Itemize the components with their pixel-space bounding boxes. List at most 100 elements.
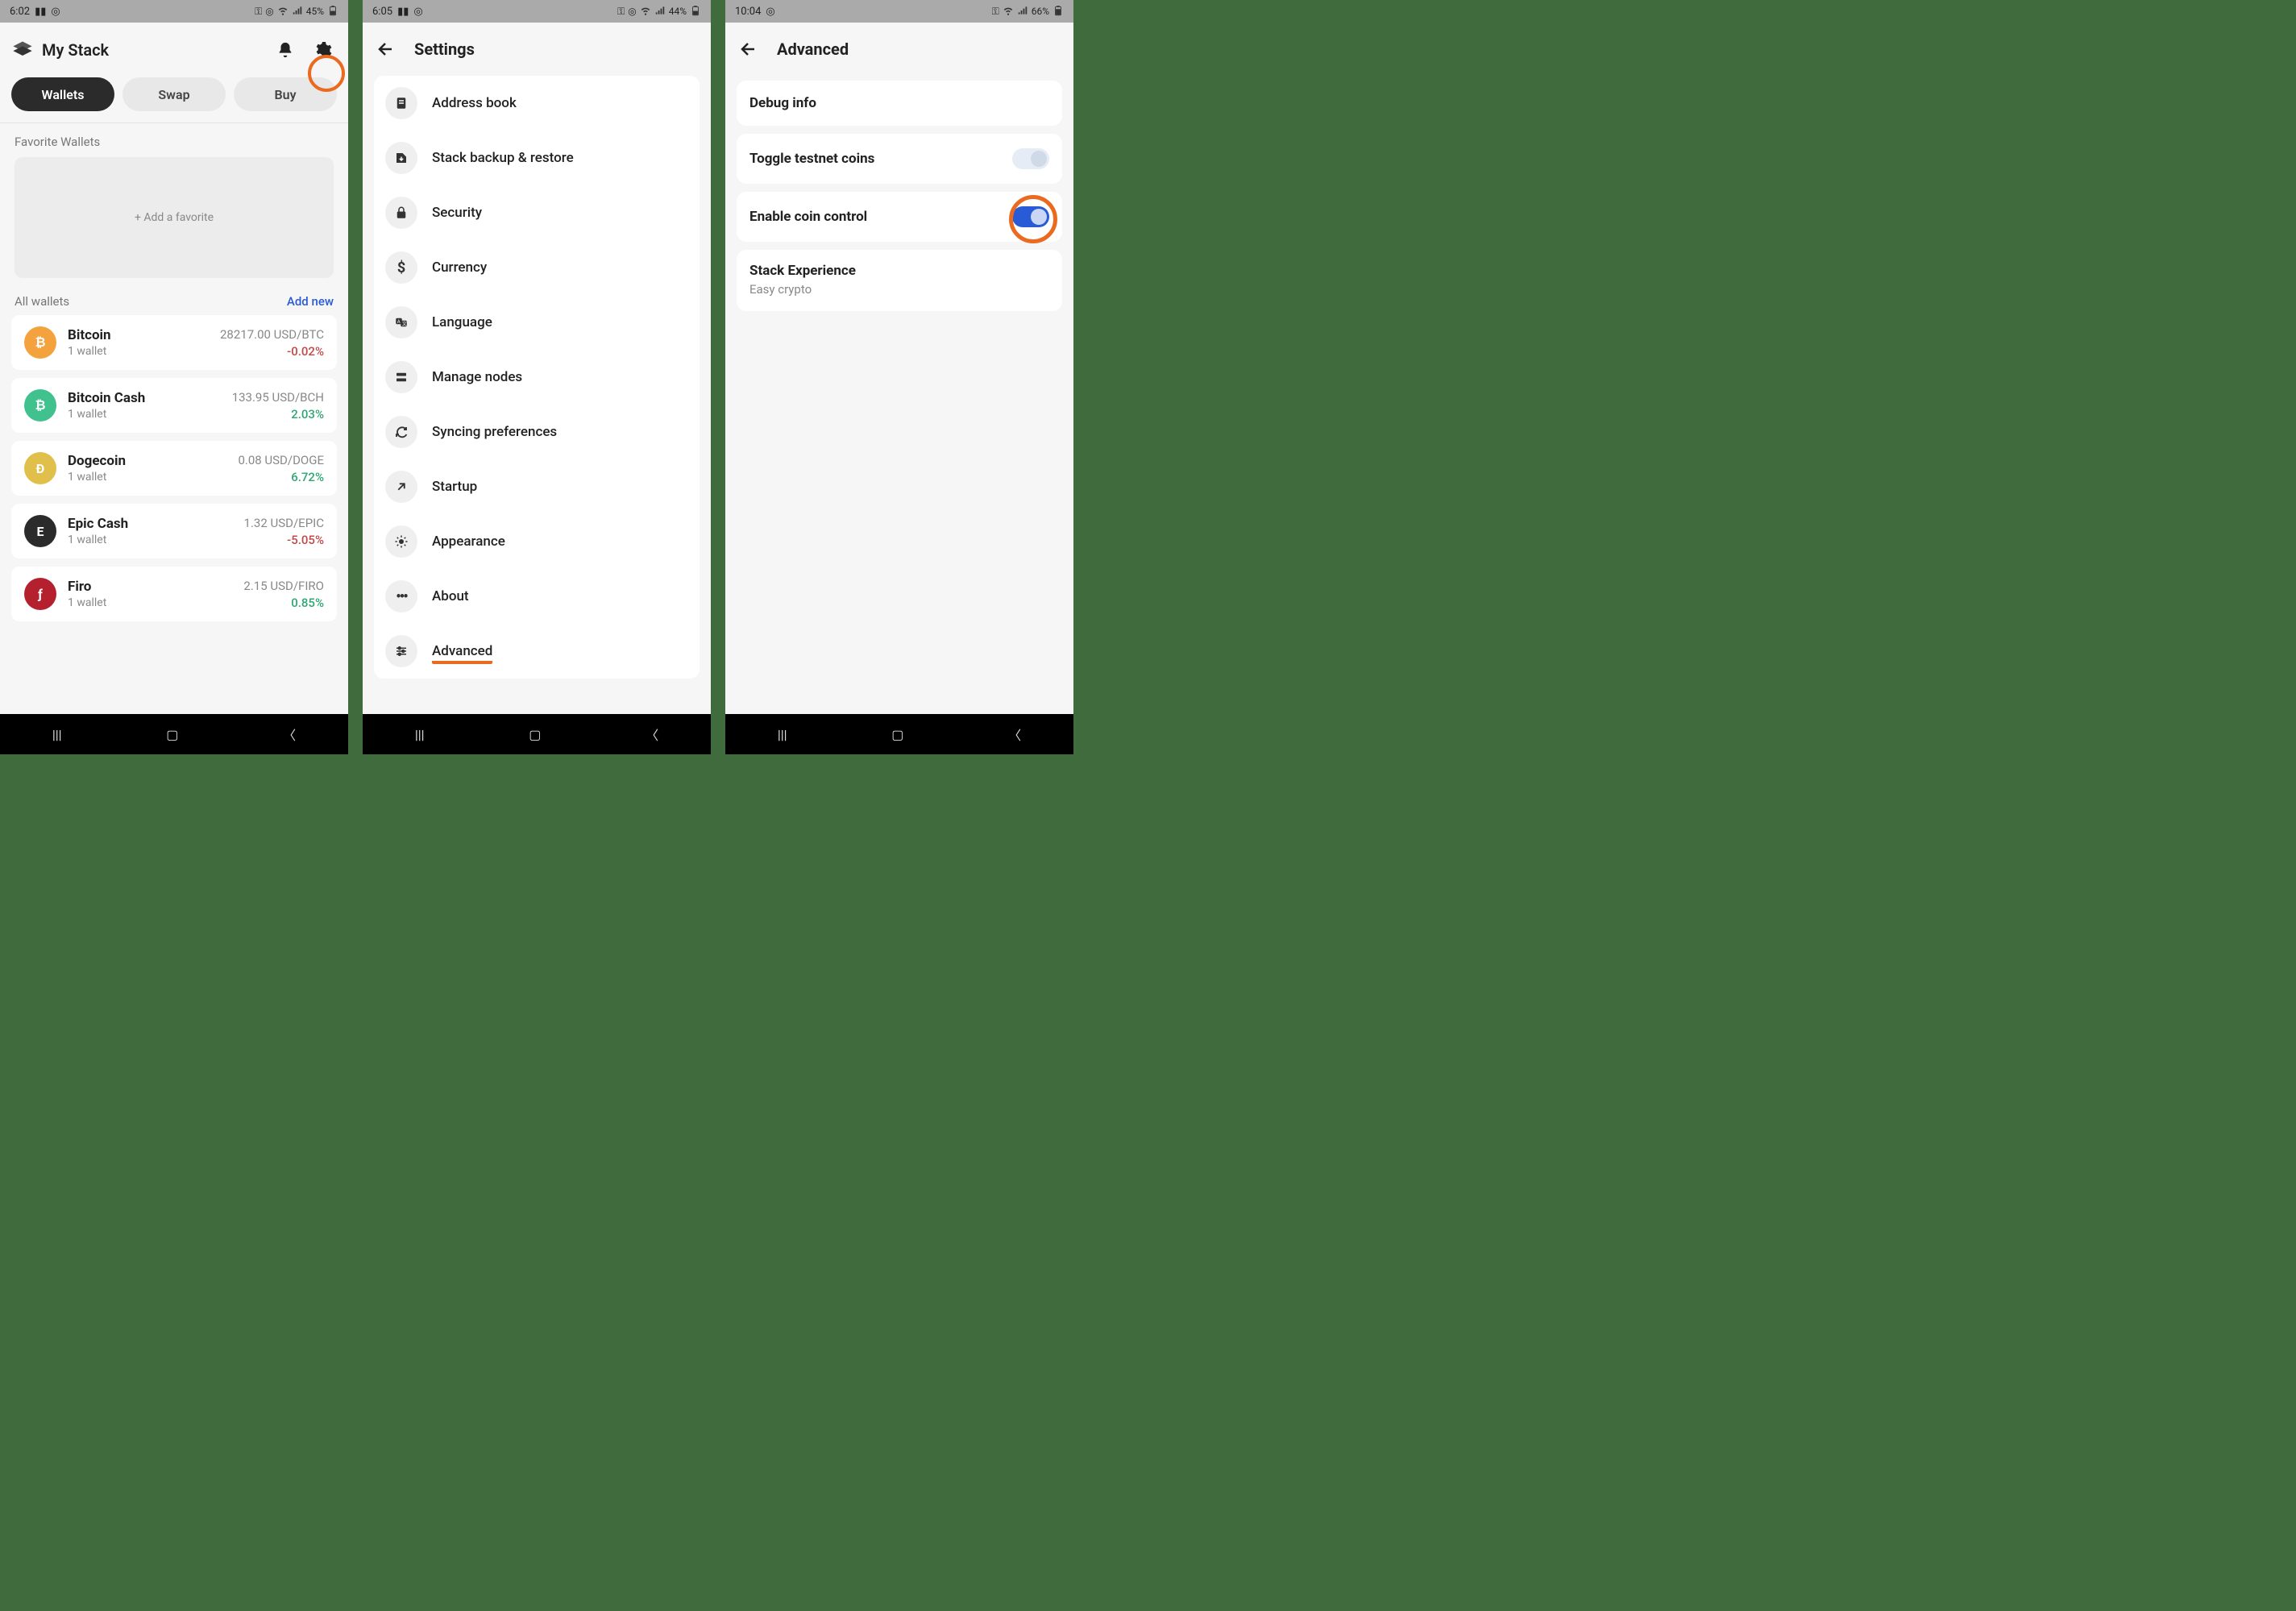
tab-buy[interactable]: Buy	[234, 77, 337, 111]
nav-back-icon[interactable]: 〈	[646, 725, 658, 744]
wallet-price: 133.95 USD/BCH	[232, 390, 324, 405]
wallet-count: 1 wallet	[68, 408, 232, 421]
wallet-name: Dogecoin	[68, 453, 238, 469]
nav-recent-icon[interactable]: |||	[778, 727, 787, 742]
back-button[interactable]	[737, 37, 761, 61]
app-title: My Stack	[42, 40, 271, 60]
settings-item-language[interactable]: A文 Language	[374, 295, 700, 350]
status-battery-label: 66%	[1032, 6, 1049, 17]
nav-home-icon[interactable]: ▢	[166, 727, 178, 742]
settings-item-currency[interactable]: $ Currency	[374, 240, 700, 295]
status-signal-icon	[1017, 5, 1028, 19]
nav-recent-icon[interactable]: |||	[52, 727, 62, 742]
tab-swap[interactable]: Swap	[122, 77, 226, 111]
toggle-testnet-switch[interactable]	[1012, 148, 1049, 169]
add-favorite-button[interactable]: + Add a favorite	[15, 157, 334, 278]
wallet-change: -5.05%	[244, 533, 324, 547]
status-bar: 6:05 ▮▮ ◎ ⚿ ◎ 44%	[363, 0, 711, 23]
nav-home-icon[interactable]: ▢	[529, 727, 541, 742]
settings-item-label: Syncing preferences	[432, 424, 557, 440]
debug-info-row[interactable]: Debug info	[737, 81, 1062, 126]
dollar-icon: $	[385, 251, 417, 284]
lock-icon	[385, 197, 417, 229]
status-battery-icon	[690, 5, 701, 19]
settings-item-startup[interactable]: Startup	[374, 459, 700, 514]
status-time: 6:05	[372, 6, 392, 18]
settings-item-stack-backup-restore[interactable]: Stack backup & restore	[374, 131, 700, 185]
settings-item-label: About	[432, 588, 469, 604]
settings-item-advanced[interactable]: Advanced	[374, 624, 700, 679]
enable-coin-control-switch[interactable]	[1012, 206, 1049, 227]
wallet-row[interactable]: ƒ Firo 1 wallet 2.15 USD/FIRO 0.85%	[11, 567, 337, 621]
android-navbar: ||| ▢ 〈	[0, 714, 348, 754]
nav-back-icon[interactable]: 〈	[283, 725, 296, 744]
coin-icon: ₿	[24, 326, 56, 359]
stack-experience-row[interactable]: Stack Experience Easy crypto	[737, 250, 1062, 311]
screen-settings: 6:05 ▮▮ ◎ ⚿ ◎ 44% Settings Address book …	[363, 0, 711, 754]
svg-text:A: A	[397, 319, 401, 325]
settings-button[interactable]	[308, 35, 337, 64]
coin-icon: E	[24, 515, 56, 547]
status-vpn-icon: ⚿	[255, 6, 262, 18]
wallet-row[interactable]: ₿ Bitcoin Cash 1 wallet 133.95 USD/BCH 2…	[11, 378, 337, 433]
all-wallets-label: All wallets	[15, 294, 69, 309]
status-hotspot-icon: ◎	[628, 6, 636, 17]
settings-item-security[interactable]: Security	[374, 185, 700, 240]
nav-home-icon[interactable]: ▢	[891, 727, 903, 742]
wallet-name: Epic Cash	[68, 516, 244, 532]
settings-item-about[interactable]: ••• About	[374, 569, 700, 624]
toggle-testnet-label: Toggle testnet coins	[749, 151, 874, 167]
settings-item-syncing-preferences[interactable]: Syncing preferences	[374, 405, 700, 459]
wallet-change: 6.72%	[238, 470, 324, 484]
status-battery-label: 45%	[306, 6, 324, 17]
svg-text:文: 文	[402, 321, 407, 327]
wallet-row[interactable]: E Epic Cash 1 wallet 1.32 USD/EPIC -5.05…	[11, 504, 337, 558]
status-app-icon: ◎	[413, 6, 422, 18]
wallet-name: Bitcoin Cash	[68, 390, 232, 406]
wallet-row[interactable]: Ð Dogecoin 1 wallet 0.08 USD/DOGE 6.72%	[11, 441, 337, 496]
nav-recent-icon[interactable]: |||	[415, 727, 425, 742]
startup-icon	[385, 471, 417, 503]
settings-item-manage-nodes[interactable]: Manage nodes	[374, 350, 700, 405]
settings-item-label: Security	[432, 205, 482, 221]
wallet-change: 0.85%	[243, 596, 324, 610]
android-navbar: ||| ▢ 〈	[725, 714, 1073, 754]
wallet-change: -0.02%	[220, 344, 324, 359]
status-app-icon: ◎	[766, 6, 774, 18]
status-wifi-icon	[640, 5, 651, 19]
about-icon: •••	[385, 580, 417, 612]
status-time: 6:02	[10, 6, 30, 18]
settings-item-label: Stack backup & restore	[432, 150, 574, 166]
status-wifi-icon	[277, 5, 289, 19]
wallet-count: 1 wallet	[68, 534, 244, 546]
screen-my-stack: 6:02 ▮▮ ◎ ⚿ ◎ 45% My Stack	[0, 0, 348, 754]
add-new-wallet-button[interactable]: Add new	[287, 294, 334, 309]
app-logo-icon	[11, 39, 34, 61]
status-signal-icon	[654, 5, 666, 19]
favorites-label: Favorite Wallets	[0, 133, 348, 157]
notifications-button[interactable]	[271, 35, 300, 64]
appearance-icon	[385, 525, 417, 558]
enable-coin-control-row[interactable]: Enable coin control	[737, 192, 1062, 242]
wallet-price: 28217.00 USD/BTC	[220, 327, 324, 342]
wallet-price: 0.08 USD/DOGE	[238, 453, 324, 467]
tab-wallets[interactable]: Wallets	[11, 77, 114, 111]
settings-item-appearance[interactable]: Appearance	[374, 514, 700, 569]
wallet-row[interactable]: ₿ Bitcoin 1 wallet 28217.00 USD/BTC -0.0…	[11, 315, 337, 370]
wallet-count: 1 wallet	[68, 596, 243, 609]
debug-info-label: Debug info	[749, 95, 816, 111]
screen-advanced: 10:04 ◎ ⚿ 66% Advanced Debug info Toggle…	[725, 0, 1073, 754]
back-button[interactable]	[374, 37, 398, 61]
status-app-icon: ◎	[51, 6, 60, 18]
nodes-icon	[385, 361, 417, 393]
toggle-testnet-row[interactable]: Toggle testnet coins	[737, 134, 1062, 184]
coin-icon: ₿	[24, 389, 56, 421]
settings-item-label: Advanced	[432, 643, 492, 664]
wallet-price: 2.15 USD/FIRO	[243, 579, 324, 593]
settings-item-address-book[interactable]: Address book	[374, 76, 700, 131]
status-bar: 10:04 ◎ ⚿ 66%	[725, 0, 1073, 23]
nav-back-icon[interactable]: 〈	[1008, 725, 1021, 744]
enable-coin-control-label: Enable coin control	[749, 209, 867, 225]
wallet-name: Firo	[68, 579, 243, 595]
coin-icon: Ð	[24, 452, 56, 484]
